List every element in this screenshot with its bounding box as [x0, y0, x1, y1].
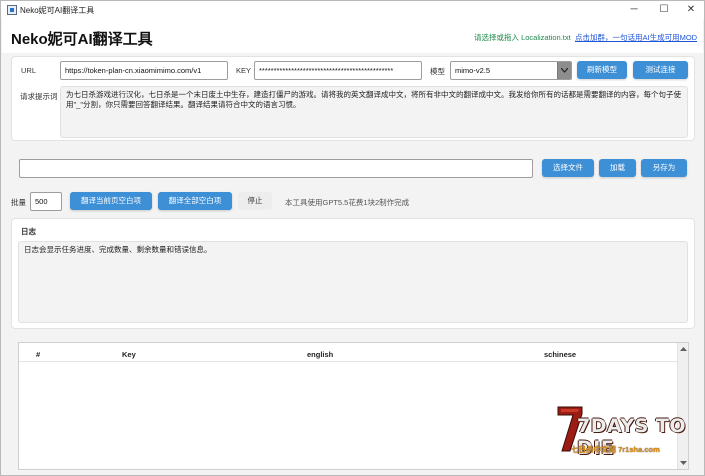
batch-size-input[interactable]: 500: [30, 192, 62, 211]
prompt-label: 请求提示词: [20, 92, 58, 101]
select-file-button[interactable]: 选择文件: [542, 159, 594, 177]
title-bar[interactable]: Neko妮可AI翻译工具 ─ ☐ ✕: [1, 1, 704, 19]
file-path-input[interactable]: [19, 159, 533, 178]
scroll-up-icon[interactable]: [680, 346, 687, 353]
minimize-button[interactable]: ─: [620, 1, 648, 19]
batch-label: 批量: [11, 198, 26, 207]
col-index[interactable]: #: [36, 350, 40, 359]
col-english[interactable]: english: [307, 350, 333, 359]
config-panel: URL https://token-plan-cn.xiaomimimo.com…: [11, 56, 695, 141]
seven-days-to-die-logo: 7DAYS TO DIE 七日杀中文网 7r1sha.com: [557, 403, 697, 463]
window-title: Neko妮可AI翻译工具: [20, 6, 95, 15]
key-input[interactable]: ****************************************…: [254, 61, 422, 80]
tool-note: 本工具使用GPT5.5花费1块2制作完成: [285, 198, 410, 207]
close-button[interactable]: ✕: [677, 1, 705, 19]
chevron-down-icon[interactable]: [557, 62, 571, 79]
maximize-button[interactable]: ☐: [650, 1, 678, 19]
app-window: Neko妮可AI翻译工具 ─ ☐ ✕ Neko妮可AI翻译工具 请选择或拖入 L…: [0, 0, 705, 476]
translate-all-blank-button[interactable]: 翻译全部空白项: [158, 192, 232, 210]
translate-page-blank-button[interactable]: 翻译当前页空白项: [70, 192, 152, 210]
app-icon: [7, 5, 17, 15]
file-hint-text: 请选择或拖入 Localization.txt: [474, 33, 571, 42]
app-title: Neko妮可AI翻译工具: [11, 31, 153, 48]
model-label: 模型: [430, 67, 445, 76]
model-select[interactable]: mimo-v2.5: [450, 61, 572, 80]
log-textarea[interactable]: 日志会显示任务进度、完成数量、剩余数量和错误信息。: [18, 241, 688, 323]
url-input[interactable]: https://token-plan-cn.xiaomimimo.com/v1: [60, 61, 228, 80]
col-key[interactable]: Key: [122, 350, 136, 359]
key-label: KEY: [236, 66, 252, 75]
url-label: URL: [21, 66, 37, 75]
load-button[interactable]: 加载: [599, 159, 636, 177]
model-select-value: mimo-v2.5: [455, 66, 491, 75]
join-group-link[interactable]: 点击加群，一句话用AI生成可用MOD: [575, 32, 697, 43]
table-header: # Key english schinese: [19, 346, 678, 362]
test-connection-button[interactable]: 测试连接: [633, 61, 688, 79]
stop-button[interactable]: 停止: [238, 192, 272, 210]
save-as-button[interactable]: 另存为: [641, 159, 687, 177]
col-schinese[interactable]: schinese: [544, 350, 576, 359]
log-title: 日志: [21, 227, 36, 236]
refresh-model-button[interactable]: 刷新模型: [577, 61, 627, 79]
prompt-textarea[interactable]: 为七日杀游戏进行汉化，七日杀是一个末日废土中生存，建造打僵尸的游戏。请将我的英文…: [60, 86, 688, 138]
logo-subtext: 七日杀中文网 7r1sha.com: [571, 445, 660, 454]
log-panel: 日志 日志会显示任务进度、完成数量、剩余数量和错误信息。: [11, 218, 695, 329]
